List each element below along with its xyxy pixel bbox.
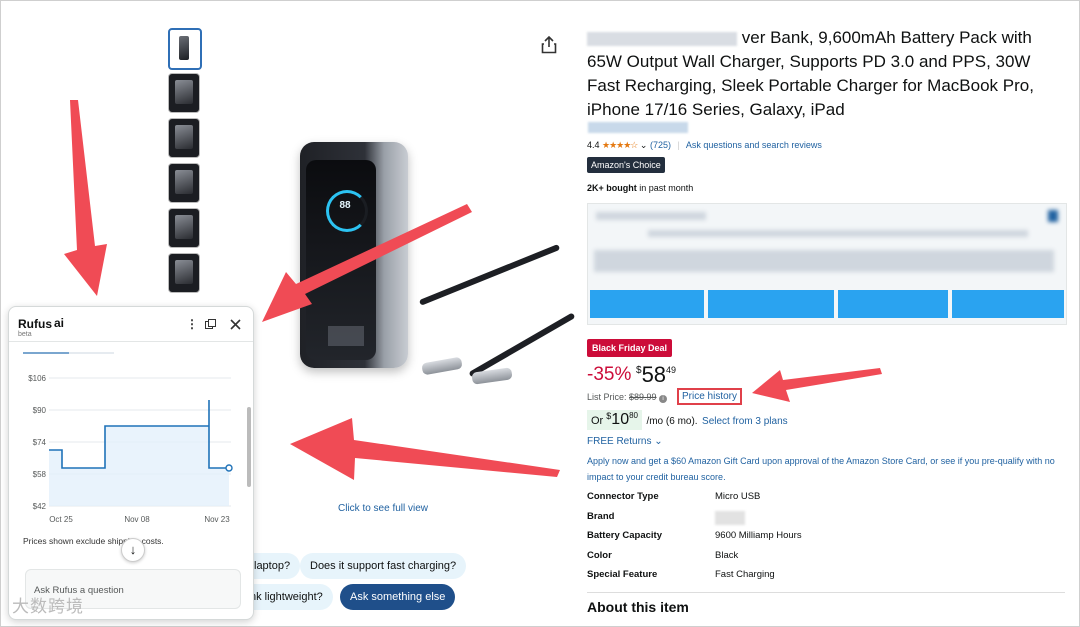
thumbnail-2[interactable]: [168, 73, 200, 113]
rufus-ai-logo: ai: [54, 316, 65, 330]
offer-tab-3[interactable]: [838, 290, 948, 318]
info-icon[interactable]: i: [659, 395, 668, 403]
rating-value: 4.4: [587, 140, 600, 150]
chevron-down-icon[interactable]: ⌄: [640, 140, 648, 150]
rufus-header: Rufus ai beta ⋮: [9, 307, 253, 342]
battery-display: 88: [339, 200, 351, 211]
popout-icon[interactable]: [205, 319, 216, 330]
x-tick-label: Nov 08: [124, 515, 150, 524]
rufus-scrollbar[interactable]: [247, 407, 251, 487]
black-friday-badge: Black Friday Deal: [587, 339, 673, 357]
offer-tab-1[interactable]: [590, 290, 704, 318]
thumbnail-4[interactable]: [168, 163, 200, 203]
y-tick-label: $74: [33, 438, 47, 447]
offer-tab-2[interactable]: [708, 290, 834, 318]
thumbnail-5[interactable]: [168, 208, 200, 248]
divider: [587, 592, 1065, 593]
rufus-panel: Rufus ai beta ⋮ $42 $58 $74 $90 $106 Oct 25 N…: [8, 306, 254, 620]
discount-percent: -35%: [587, 364, 632, 385]
thumbnail-6[interactable]: [168, 253, 200, 293]
rating-row: 4.4 ★★★★☆ ⌄ (725) | Ask questions and se…: [587, 140, 822, 150]
share-icon[interactable]: [541, 36, 557, 54]
price-area: [49, 400, 229, 506]
chart-y-ticks: $42 $58 $74 $90 $106: [28, 374, 46, 511]
title-redacted: [587, 31, 737, 46]
product-title: ver Bank, 9,600mAh Battery Pack with 65W…: [587, 28, 1034, 119]
amazons-choice-badge: Amazon's Choice: [587, 157, 665, 173]
about-heading: About this item: [587, 599, 689, 615]
monthly-payment: Or $1080 /mo (6 mo). Select from 3 plans: [587, 410, 788, 430]
ask-reviews-link[interactable]: Ask questions and search reviews: [686, 140, 822, 150]
chart-points: [225, 464, 233, 472]
gift-card-offer-link[interactable]: Apply now and get a $60 Amazon Gift Card…: [587, 453, 1057, 485]
watermark-logo: 大数跨境: [12, 597, 84, 616]
more-vertical-icon[interactable]: ⋮: [186, 317, 198, 331]
free-returns-link[interactable]: FREE Returns ⌄: [587, 436, 663, 447]
y-tick-label: $106: [28, 374, 46, 383]
rating-count[interactable]: (725): [650, 140, 671, 150]
rufus-title: Rufus: [18, 317, 52, 331]
brand-value-redacted: [715, 511, 745, 525]
brand-link-redacted[interactable]: [588, 122, 688, 133]
y-tick-label: $90: [33, 406, 47, 415]
chip-fast-charging[interactable]: Does it support fast charging?: [300, 553, 467, 579]
chip-ask-something-else[interactable]: Ask something else: [340, 584, 456, 610]
chart-x-ticks: Oct 25 Nov 08 Nov 23: [49, 515, 230, 524]
price-history-link[interactable]: Price history: [677, 388, 743, 405]
star-rating-icon[interactable]: ★★★★☆: [602, 140, 638, 150]
y-tick-label: $58: [33, 470, 47, 479]
y-tick-label: $42: [33, 502, 47, 511]
offer-tab-4[interactable]: [952, 290, 1064, 318]
price-history-chart: $42 $58 $74 $90 $106 Oct 25 Nov 08 Nov 23: [23, 352, 233, 524]
thumbnail-3[interactable]: [168, 118, 200, 158]
x-tick-label: Oct 25: [49, 515, 73, 524]
close-icon[interactable]: [230, 319, 241, 330]
x-tick-label: Nov 23: [204, 515, 230, 524]
bought-count: 2K+ bought in past month: [587, 183, 694, 193]
price: $5849: [636, 362, 677, 387]
current-price-point: [225, 464, 233, 472]
chevron-down-icon: ⌄: [654, 436, 663, 447]
full-view-link[interactable]: Click to see full view: [338, 503, 428, 514]
select-plans-link[interactable]: Select from 3 plans: [702, 416, 788, 427]
arrow-down-icon[interactable]: ↓: [121, 538, 145, 562]
thumbnail-1[interactable]: [168, 28, 202, 70]
power-bank-image: 88: [300, 142, 408, 368]
rufus-beta-label: beta: [18, 331, 32, 338]
list-price: List Price: $89.99 i: [587, 392, 668, 403]
